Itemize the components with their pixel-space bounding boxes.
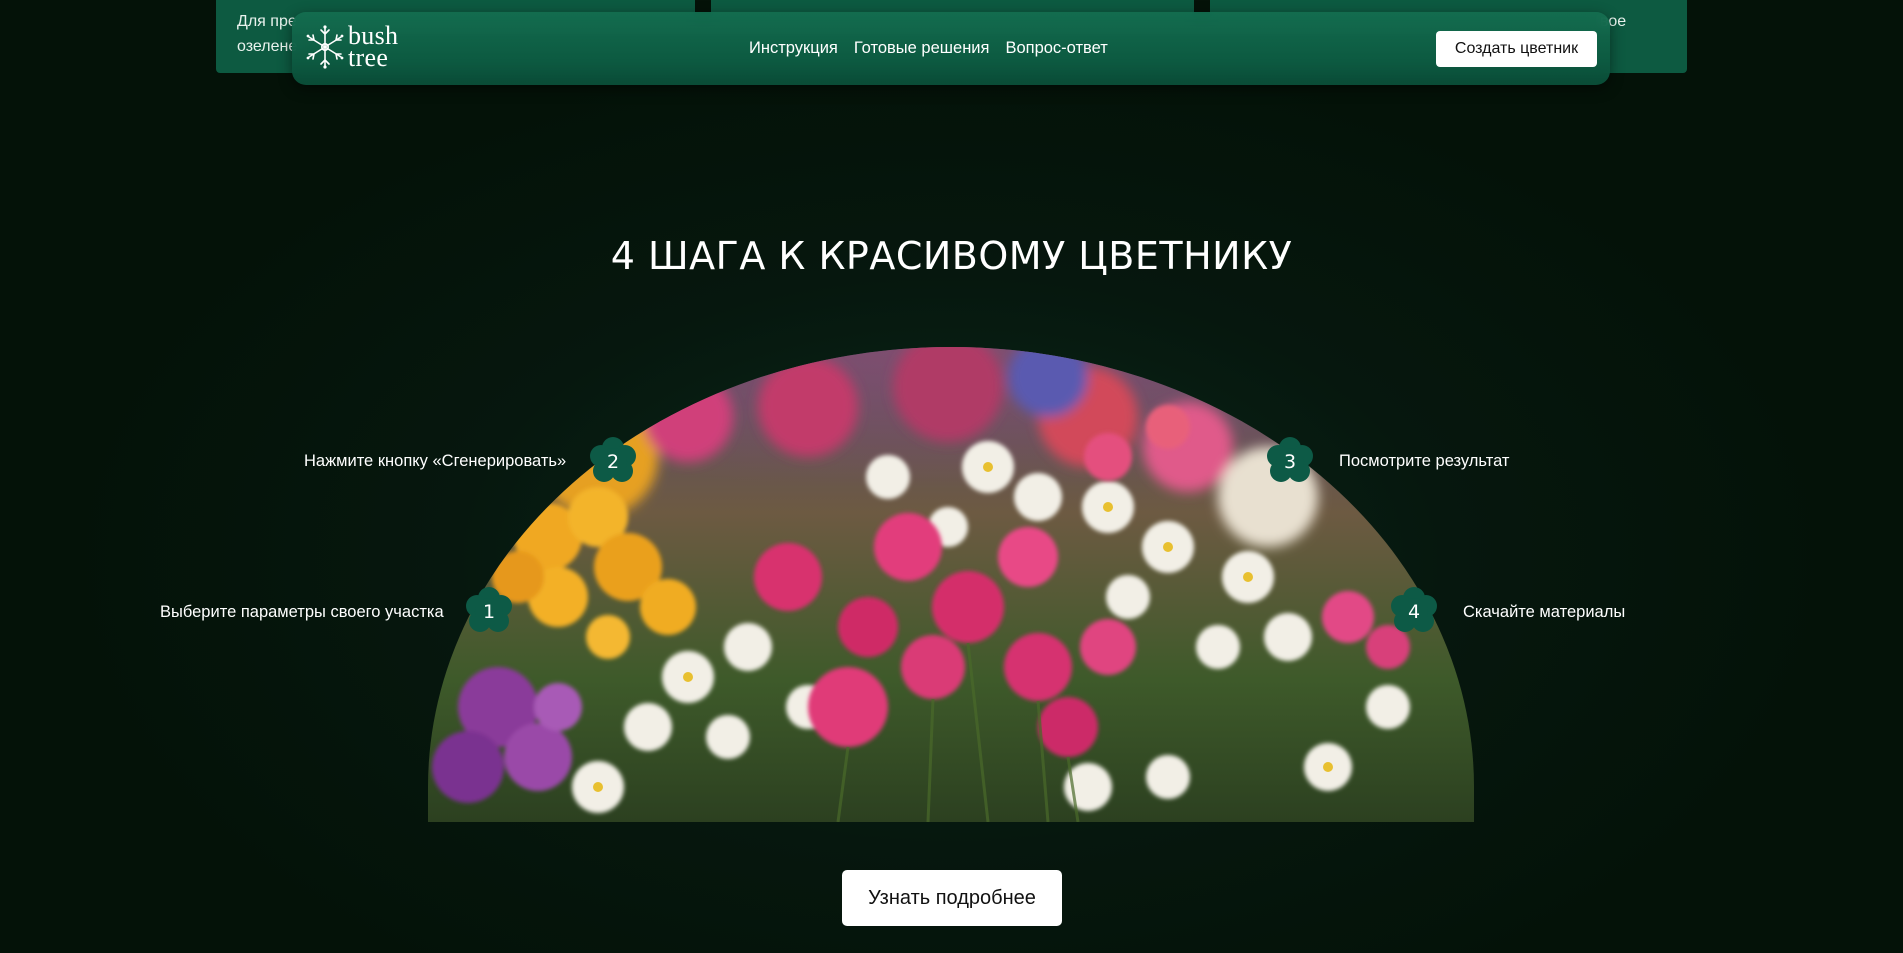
step-number: 4 (1407, 601, 1421, 623)
logo-wordmark: bush tree (348, 23, 398, 72)
top-navbar: bush tree Инструкция Готовые решения Воп… (292, 12, 1610, 85)
step-badge-4: 4 (1389, 585, 1439, 639)
step-label-4: Скачайте материалы (1463, 603, 1626, 621)
step-badge-2: 2 (588, 435, 638, 489)
nav-link-faq[interactable]: Вопрос-ответ (1005, 39, 1107, 58)
nav-link-ready-solutions[interactable]: Готовые решения (854, 39, 990, 58)
section-title: 4 ШАГА К КРАСИВОМУ ЦВЕТНИКУ (610, 234, 1293, 278)
logo[interactable]: bush tree (304, 23, 398, 72)
learn-more-button[interactable]: Узнать подробнее (842, 870, 1062, 926)
step-number: 1 (482, 601, 496, 623)
step-number: 3 (1283, 451, 1297, 473)
nav-links: Инструкция Готовые решения Вопрос-ответ (749, 12, 1108, 85)
step-number: 2 (606, 451, 620, 473)
logo-word-line2: tree (348, 43, 389, 72)
create-flowerbed-button[interactable]: Создать цветник (1436, 31, 1597, 67)
step-badge-3: 3 (1265, 435, 1315, 489)
step-badge-1: 1 (464, 585, 514, 639)
flowerbed-image (428, 347, 1474, 822)
snowflake-leaf-icon (306, 25, 344, 69)
nav-link-instruction[interactable]: Инструкция (749, 39, 838, 58)
step-label-1: Выберите параметры своего участка (160, 603, 444, 621)
page: Для пре озелене вое bush tree Инструкция… (0, 0, 1903, 953)
step-label-2: Нажмите кнопку «Сгенерировать» (304, 452, 567, 470)
step-label-3: Посмотрите результат (1339, 452, 1510, 470)
